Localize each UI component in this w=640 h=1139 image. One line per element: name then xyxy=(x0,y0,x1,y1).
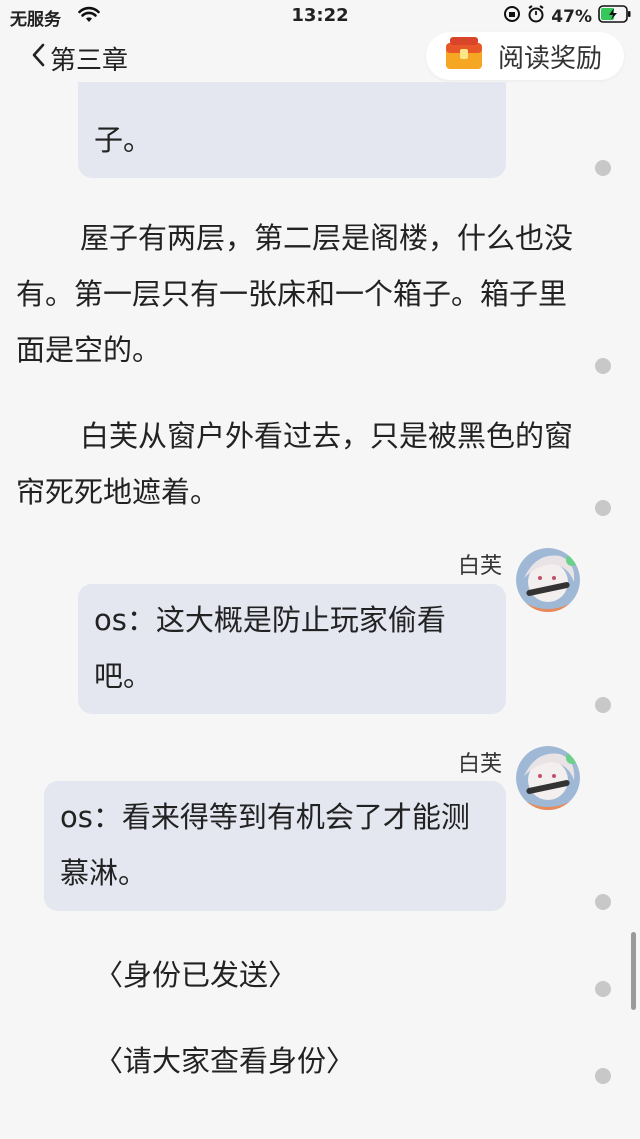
scrollbar[interactable] xyxy=(631,932,636,1010)
comment-dot[interactable] xyxy=(595,894,611,910)
lock-rotation-icon xyxy=(503,5,521,28)
comment-dot[interactable] xyxy=(595,500,611,516)
battery-icon xyxy=(598,5,632,28)
nav-bar: 第三章 阅读奖励 xyxy=(0,32,640,82)
message-bubble: os：这大概是防止玩家偷看吧。 xyxy=(78,584,506,714)
battery-percent: 47% xyxy=(551,6,592,27)
comment-dot[interactable] xyxy=(595,981,611,997)
treasure-chest-icon xyxy=(444,35,484,78)
speaker-name: 白芙 xyxy=(458,752,503,777)
comment-dot[interactable] xyxy=(595,160,611,176)
system-message: 〈请大家查看身份〉 xyxy=(94,1044,356,1078)
reading-reward-label: 阅读奖励 xyxy=(497,43,602,74)
alarm-icon xyxy=(527,5,545,28)
narration-paragraph: 屋子有两层，第二层是阁楼，什么也没有。第一层只有一张床和一个箱子。箱子里面是空的… xyxy=(16,221,574,367)
back-button[interactable]: 第三章 xyxy=(30,40,128,77)
narration-paragraph: 白芙从窗户外看过去，只是被黑色的窗帘死死地遮着。 xyxy=(16,419,574,509)
comment-dot[interactable] xyxy=(595,1068,611,1084)
reading-reward-button[interactable]: 阅读奖励 xyxy=(425,32,624,80)
chapter-title: 第三章 xyxy=(50,46,129,76)
status-bar: 无服务 13:22 47% xyxy=(0,0,640,32)
comment-dot[interactable] xyxy=(595,358,611,374)
message-bubble: os：看来得等到有机会了才能测慕淋。 xyxy=(44,781,506,911)
message-text: os：看来得等到有机会了才能测慕淋。 xyxy=(60,800,470,890)
system-message: 〈身份已发送〉 xyxy=(94,958,298,992)
comment-dot[interactable] xyxy=(595,697,611,713)
message-bubble: 子。 xyxy=(78,82,506,178)
message-text: 子。 xyxy=(94,123,153,157)
chapter-content: 子。 屋子有两层，第二层是阁楼，什么也没有。第一层只有一张床和一个箱子。箱子里面… xyxy=(0,82,640,1139)
avatar[interactable] xyxy=(516,548,580,612)
message-text: os：这大概是防止玩家偷看吧。 xyxy=(94,603,446,693)
speaker-name: 白芙 xyxy=(458,554,503,579)
status-indicators: 47% xyxy=(503,5,632,28)
chevron-left-icon xyxy=(30,42,46,75)
avatar[interactable] xyxy=(516,746,580,810)
